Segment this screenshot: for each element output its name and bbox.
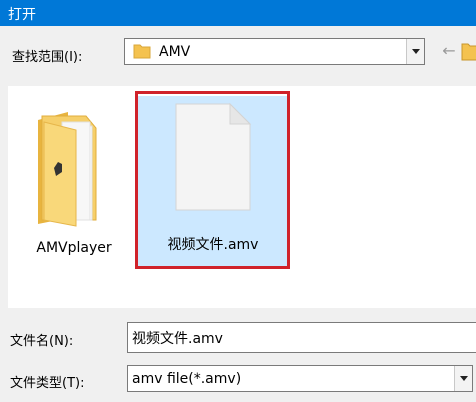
up-folder-icon[interactable]: [460, 38, 476, 64]
look-in-label: 查找范围(I):: [12, 50, 83, 65]
chevron-down-icon[interactable]: [406, 39, 424, 64]
look-in-value: AMV: [159, 44, 191, 60]
list-item-folder[interactable]: AMVplayer: [28, 100, 120, 256]
window-title-bar[interactable]: 打开: [0, 0, 476, 26]
file-name-label: 文件名(N):: [10, 334, 74, 349]
folder-icon: [38, 112, 97, 227]
document-icon: [175, 102, 252, 211]
list-item-label: 视频文件.amv: [167, 237, 259, 253]
look-in-dropdown[interactable]: AMV: [124, 38, 425, 65]
list-item-label: AMVplayer: [36, 240, 112, 256]
chevron-down-icon[interactable]: [454, 366, 472, 391]
list-item-file[interactable]: 视频文件.amv: [138, 96, 288, 268]
file-type-dropdown[interactable]: amv file(*.amv): [127, 365, 473, 392]
file-name-input[interactable]: 视频文件.amv: [127, 322, 476, 353]
file-name-value: 视频文件.amv: [132, 331, 223, 347]
folder-icon: [133, 44, 151, 59]
window-title: 打开: [8, 7, 36, 23]
file-type-value: amv file(*.amv): [132, 371, 242, 387]
file-type-label: 文件类型(T):: [10, 376, 85, 391]
file-list[interactable]: AMVplayer 视频文件.amv: [8, 86, 476, 308]
back-arrow-icon[interactable]: ←: [438, 40, 460, 62]
